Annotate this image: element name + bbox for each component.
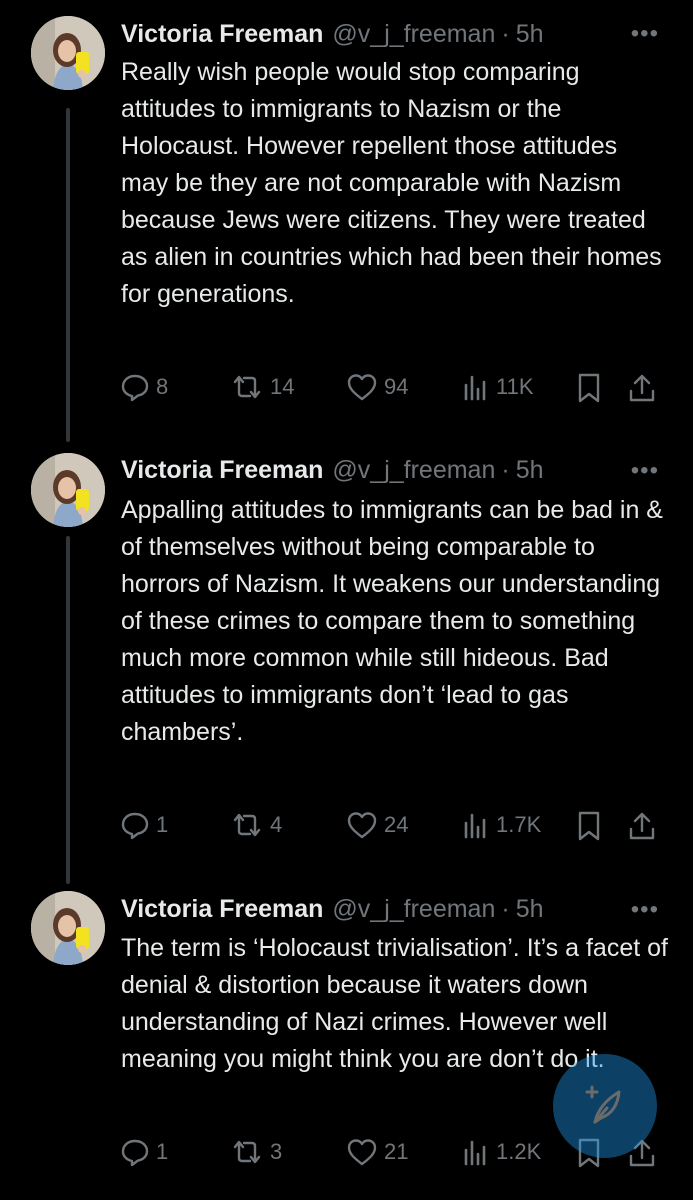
tweet-header: Victoria Freeman @v_j_freeman · 5h <box>121 14 544 54</box>
like-count: 94 <box>384 374 409 399</box>
reply-button[interactable]: 1 <box>120 810 168 840</box>
repost-button[interactable]: 4 <box>230 810 282 840</box>
share-button[interactable] <box>627 810 657 842</box>
share-icon <box>629 812 655 840</box>
separator: · <box>501 894 510 923</box>
more-options-button[interactable]: ••• <box>631 457 659 485</box>
heart-icon <box>347 1139 377 1166</box>
separator: · <box>501 455 510 484</box>
reply-button[interactable]: 1 <box>120 1137 168 1167</box>
author-handle[interactable]: @v_j_freeman <box>332 20 495 49</box>
like-button[interactable]: 24 <box>346 810 408 840</box>
reply-icon <box>121 374 149 402</box>
repost-button[interactable]: 3 <box>230 1137 282 1167</box>
views-count: 11K <box>496 374 534 399</box>
repost-button[interactable]: 14 <box>230 372 294 402</box>
compose-post-icon <box>585 1085 621 1124</box>
share-icon <box>629 374 655 402</box>
reply-icon <box>121 1139 149 1167</box>
repost-icon <box>233 375 261 399</box>
timestamp[interactable]: 5h <box>516 895 544 924</box>
author-handle[interactable]: @v_j_freeman <box>332 895 495 924</box>
reply-icon <box>121 812 149 840</box>
views-count: 1.2K <box>496 1139 542 1164</box>
reply-count: 1 <box>156 1139 169 1164</box>
tweet-actions: 1 4 24 1.7K <box>0 810 693 850</box>
heart-icon <box>347 374 377 401</box>
repost-icon <box>233 813 261 837</box>
views-icon <box>464 1140 486 1166</box>
views-icon <box>464 375 486 401</box>
compose-post-button[interactable] <box>553 1054 657 1158</box>
views-button[interactable]: 1.2K <box>462 1137 541 1167</box>
timestamp[interactable]: 5h <box>516 456 544 485</box>
tweet-text: Really wish people would stop comparing … <box>121 58 662 308</box>
bookmark-icon <box>578 811 600 841</box>
bookmark-button[interactable] <box>576 810 602 842</box>
timestamp[interactable]: 5h <box>516 20 544 49</box>
more-options-button[interactable]: ••• <box>631 20 659 48</box>
repost-icon <box>233 1140 261 1164</box>
tweet-actions: 8 14 94 11K <box>0 372 693 412</box>
author-name[interactable]: Victoria Freeman <box>121 20 323 49</box>
share-button[interactable] <box>627 372 657 404</box>
tweet-header: Victoria Freeman @v_j_freeman · 5h <box>121 450 544 490</box>
views-icon <box>464 813 486 839</box>
author-name[interactable]: Victoria Freeman <box>121 456 323 485</box>
repost-count: 14 <box>270 374 295 399</box>
author-name[interactable]: Victoria Freeman <box>121 895 323 924</box>
separator: · <box>501 19 510 48</box>
author-handle[interactable]: @v_j_freeman <box>332 456 495 485</box>
reply-button[interactable]: 8 <box>120 372 168 402</box>
views-count: 1.7K <box>496 812 542 837</box>
bookmark-icon <box>578 373 600 403</box>
avatar[interactable] <box>31 453 105 527</box>
tweet-header: Victoria Freeman @v_j_freeman · 5h <box>121 889 544 929</box>
tweet-text: Appalling attitudes to immigrants can be… <box>121 496 663 746</box>
avatar[interactable] <box>31 16 105 90</box>
avatar[interactable] <box>31 891 105 965</box>
heart-icon <box>347 812 377 839</box>
repost-count: 3 <box>270 1139 283 1164</box>
like-count: 21 <box>384 1139 409 1164</box>
like-count: 24 <box>384 812 409 837</box>
like-button[interactable]: 21 <box>346 1137 408 1167</box>
reply-count: 1 <box>156 812 169 837</box>
views-button[interactable]: 1.7K <box>462 810 541 840</box>
bookmark-button[interactable] <box>576 372 602 404</box>
views-button[interactable]: 11K <box>462 372 534 402</box>
more-options-button[interactable]: ••• <box>631 896 659 924</box>
reply-count: 8 <box>156 374 169 399</box>
repost-count: 4 <box>270 812 283 837</box>
like-button[interactable]: 94 <box>346 372 408 402</box>
